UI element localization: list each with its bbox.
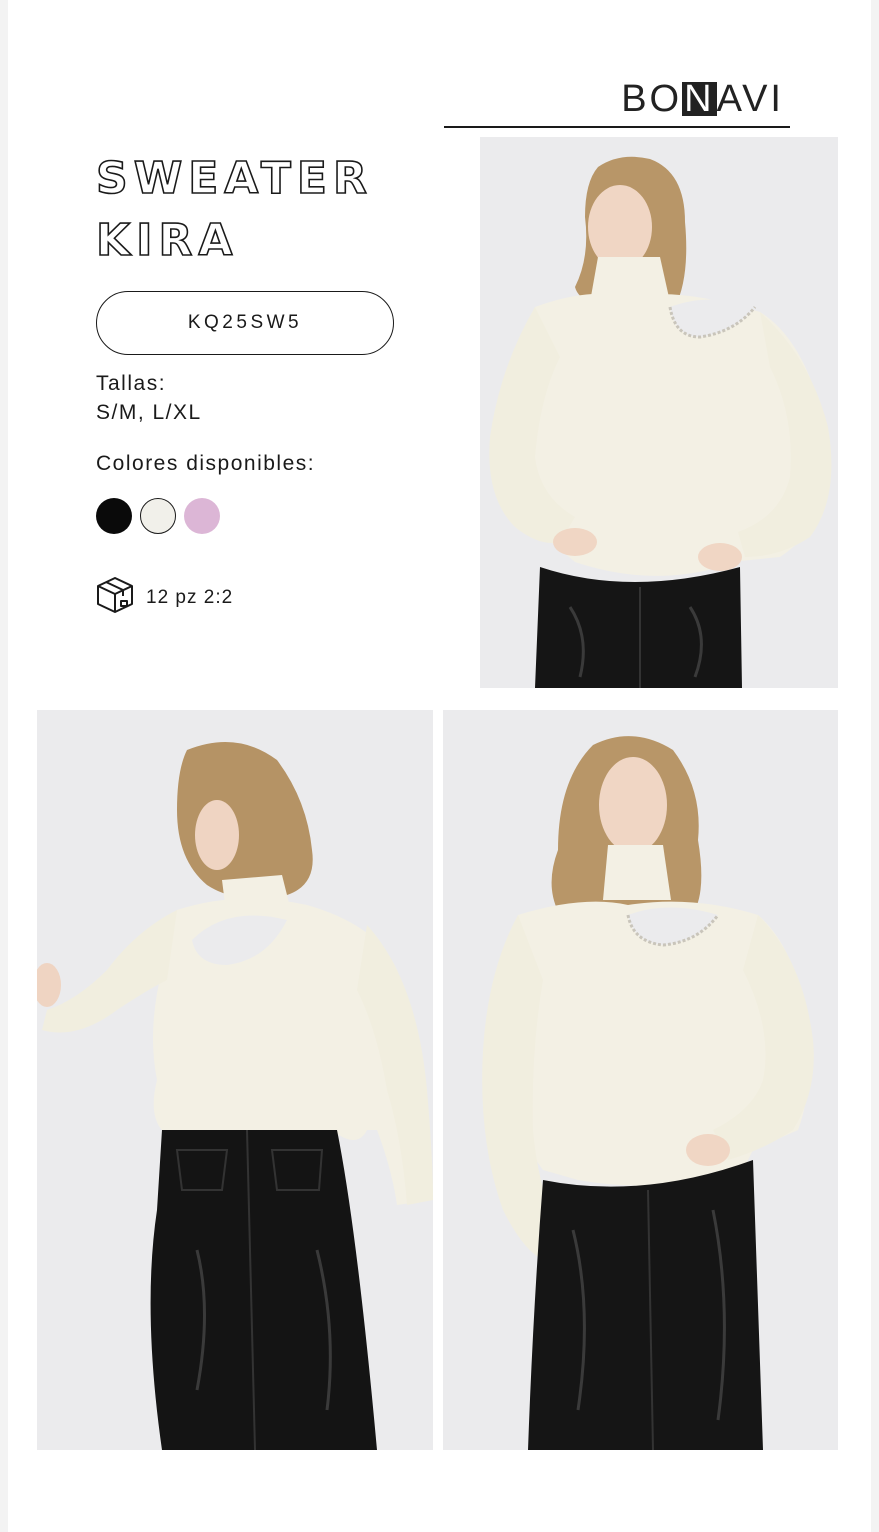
product-title-line2: KIRA <box>95 214 239 267</box>
product-title: SWEATER KIRA <box>95 148 436 272</box>
front-view-photo <box>480 137 838 688</box>
brand-logo: BONAVI <box>444 72 790 128</box>
sizes-label: Tallas: <box>96 372 167 395</box>
box-icon <box>94 574 136 621</box>
product-title-line1: SWEATER <box>95 152 373 205</box>
sku-badge: KQ25SW5 <box>96 291 394 355</box>
colors-label: Colores disponibles: <box>96 452 316 475</box>
pack-info: 12 pz 2:2 <box>94 574 233 621</box>
color-swatch-cream[interactable] <box>140 498 176 534</box>
color-swatch-black[interactable] <box>96 498 132 534</box>
brand-name: BONAVI <box>621 77 784 120</box>
sku-code: KQ25SW5 <box>187 312 303 333</box>
sizes-value: S/M, L/XL <box>96 401 202 424</box>
back-view-photo <box>37 710 433 1450</box>
color-swatch-lilac[interactable] <box>184 498 220 534</box>
pack-text: 12 pz 2:2 <box>146 586 234 608</box>
three-quarter-view-photo <box>443 710 838 1450</box>
color-swatches <box>96 498 220 534</box>
